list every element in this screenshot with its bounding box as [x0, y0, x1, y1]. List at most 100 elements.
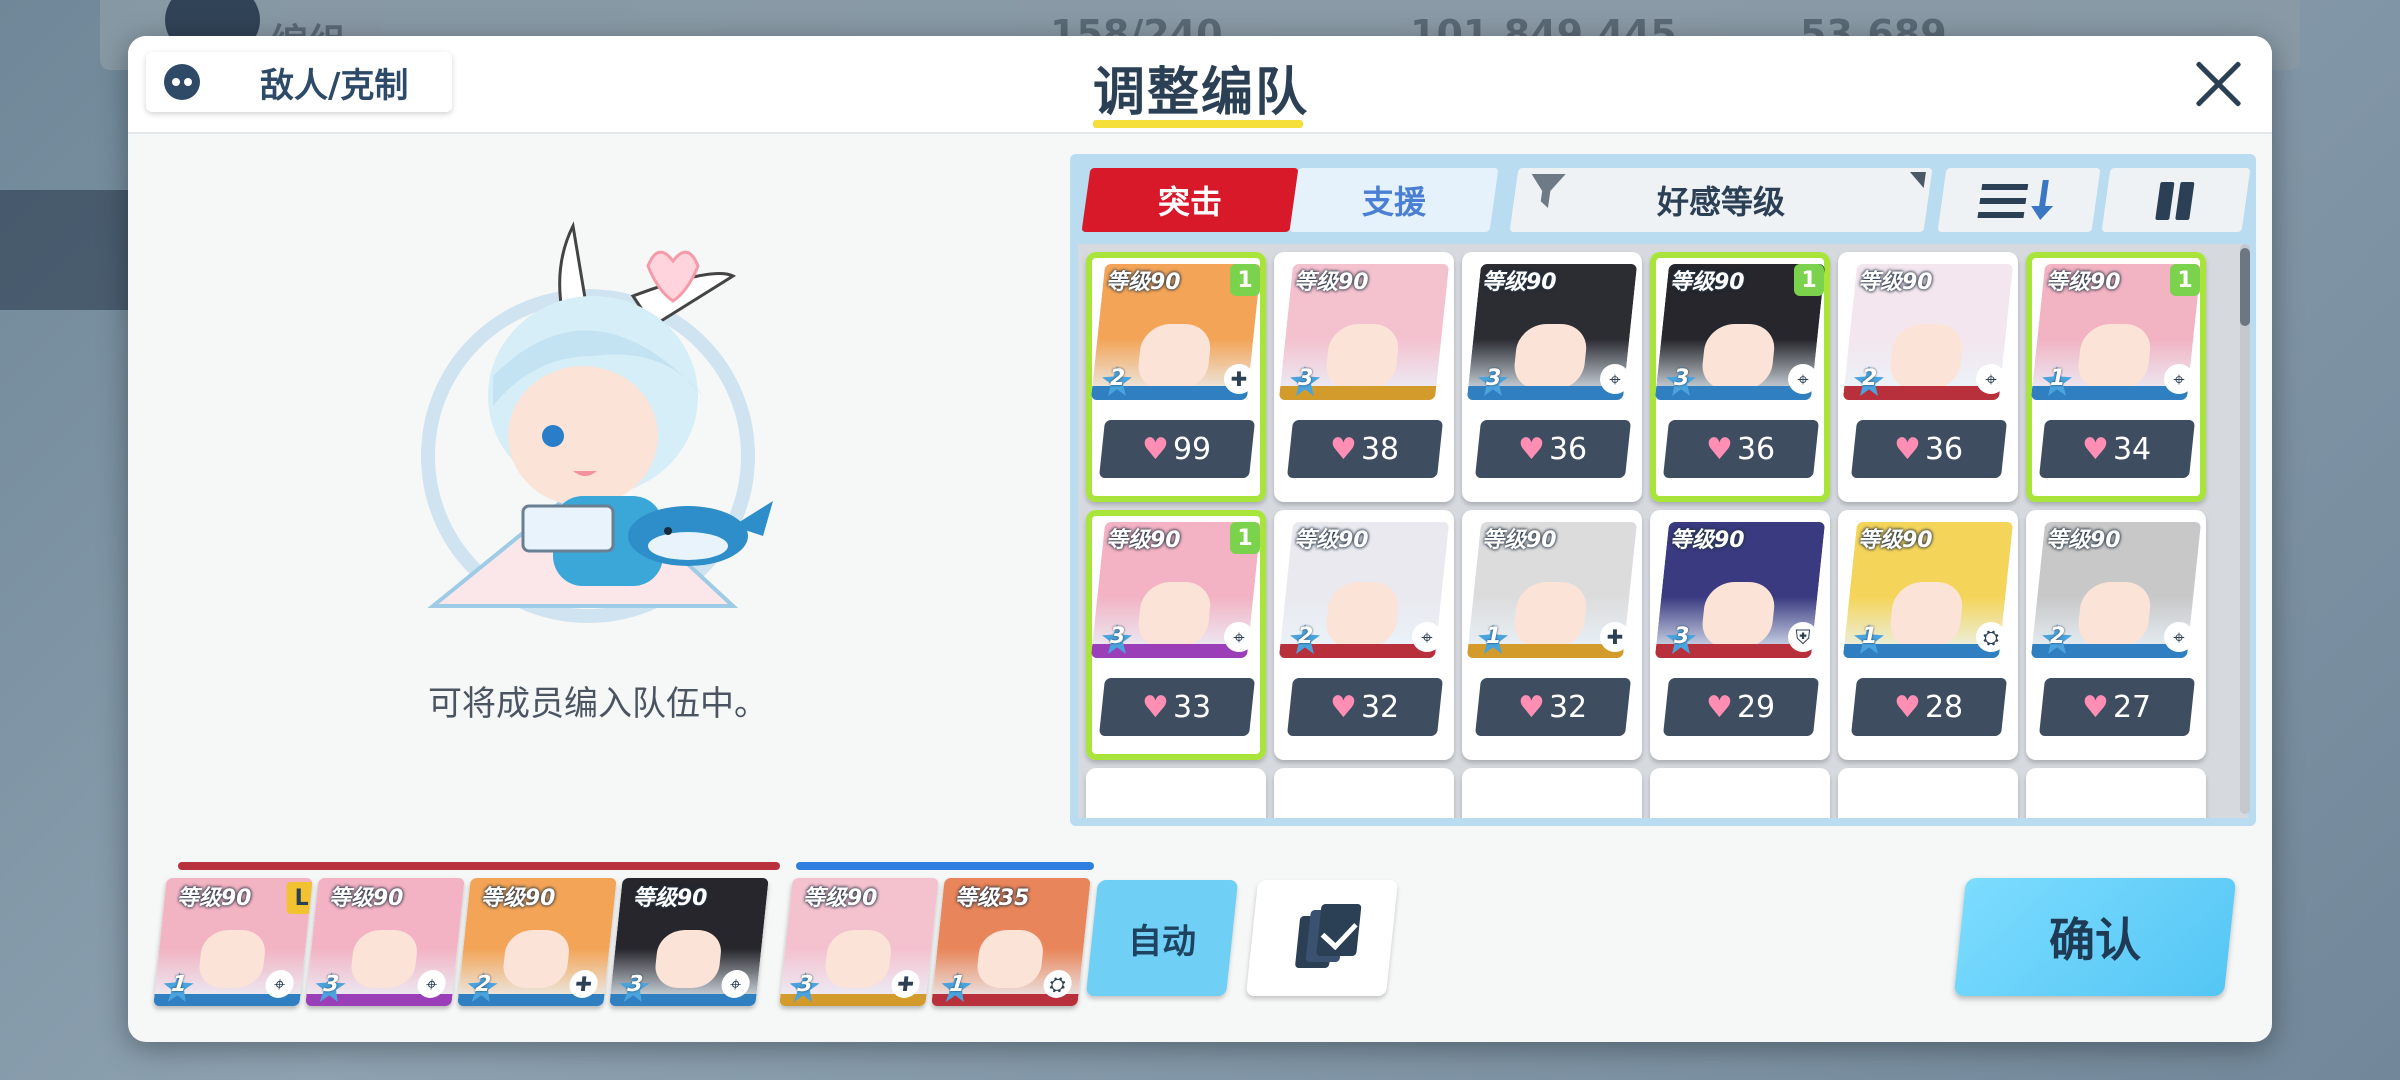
bond-value: 99: [1173, 431, 1212, 467]
character-level: 等级90: [1670, 528, 1745, 553]
star-count: 2: [1110, 366, 1126, 391]
star-count: 2: [1298, 624, 1314, 649]
bond-level: ♥ 99: [1098, 420, 1256, 478]
roster-grid[interactable]: 等级90 2 ✚ 1 ♥ 99 等级90 3 ♥ 38 等级90 3 ⌖ ♥ 36 等级90 3 ⌖ 1 ♥ 36 等级9…: [1078, 244, 2248, 818]
enemy-counter-label: 敌人/克制: [260, 65, 409, 106]
roster-card[interactable]: 等级90 3 ⌖ 1 ♥ 36: [1650, 252, 1830, 502]
preset-cards-button[interactable]: [1245, 880, 1399, 996]
heart-icon: ♥: [1894, 689, 1922, 725]
formation-slot[interactable]: 等级90 2 ✚: [457, 878, 617, 1006]
filter-funnel-icon: [1527, 174, 1566, 208]
title-underline: [1093, 120, 1303, 128]
tab-support-label: 支援: [1361, 183, 1426, 221]
view-toggle-button[interactable]: [2101, 168, 2251, 232]
corner-marker-icon: [1907, 172, 1926, 188]
roster-card[interactable]: 等级90 3 ♥ 38: [1274, 252, 1454, 502]
bond-level: ♥ 34: [2038, 420, 2196, 478]
bond-value: 32: [1361, 689, 1400, 725]
dialog-header: 敌人/克制 调整编队: [128, 36, 2272, 134]
bond-value: 28: [1925, 689, 1964, 725]
roster-card-partial[interactable]: [1838, 768, 2018, 818]
bond-level: ♥ 36: [1850, 420, 2008, 478]
roster-card[interactable]: 等级90 3 ⌖ 1 ♥ 33: [1086, 510, 1266, 760]
dialog-title: 调整编队: [1093, 63, 1310, 123]
roster-card-partial[interactable]: [1462, 768, 1642, 818]
star-count: 3: [1298, 366, 1314, 391]
formation-slot[interactable]: 等级90 1 ⌖ L: [153, 878, 313, 1006]
slot-star-count: 2: [474, 972, 493, 997]
tab-support[interactable]: 支援: [1289, 168, 1499, 232]
sort-order-button[interactable]: [1937, 168, 2101, 232]
mascot-illustration: [421, 221, 773, 623]
roster-card[interactable]: 等级90 1 ⌖ 1 ♥ 34: [2026, 252, 2206, 502]
bond-value: 27: [2113, 689, 2152, 725]
striker-slot-line: [178, 862, 780, 870]
star-count: 3: [1486, 366, 1502, 391]
roster-panel: 突击 支援 好感等级 等级90 2 ✚ 1 ♥ 99 等级90 3 ♥ 38 等级90 3 ⌖ ♥ 36 等级…: [1070, 154, 2256, 826]
slot-level: 等级90: [802, 886, 878, 911]
slot-level: 等级90: [632, 886, 708, 911]
star-count: 2: [2050, 624, 2066, 649]
character-level: 等级90: [1294, 270, 1369, 295]
roster-card[interactable]: 等级90 2 ⌖ ♥ 36: [1838, 252, 2018, 502]
formation-slot[interactable]: 等级90 3 ✚: [779, 878, 939, 1006]
heart-icon: ♥: [2082, 431, 2110, 467]
sort-label: 好感等级: [1656, 183, 1785, 221]
character-level: 等级90: [1858, 270, 1933, 295]
star-count: 2: [1862, 366, 1878, 391]
bond-level: ♥ 33: [1098, 678, 1256, 736]
arrow-down-icon: [2038, 180, 2049, 214]
formation-slot[interactable]: 等级90 3 ⌖: [305, 878, 465, 1006]
roster-card[interactable]: 等级90 1 ⛭ ♥ 28: [1838, 510, 2018, 760]
character-level: 等级90: [1106, 270, 1181, 295]
leader-badge: L: [286, 882, 313, 914]
slot-level: 等级35: [954, 886, 1030, 911]
formation-slot[interactable]: 等级90 3 ⌖: [609, 878, 769, 1006]
role-icon: ⌖: [2164, 622, 2194, 652]
auto-formation-button[interactable]: 自动: [1085, 880, 1239, 996]
roster-scrollbar[interactable]: [2240, 244, 2250, 814]
auto-label: 自动: [1128, 921, 1196, 962]
role-icon: ⌖: [1788, 364, 1818, 394]
roster-card-partial[interactable]: [1086, 768, 1266, 818]
role-icon: ⛨: [1788, 622, 1818, 652]
role-icon: ⌖: [1976, 364, 2006, 394]
character-level: 等级90: [1294, 528, 1369, 553]
roster-card-partial[interactable]: [1650, 768, 1830, 818]
roster-card[interactable]: 等级90 3 ⛨ ♥ 29: [1650, 510, 1830, 760]
roster-card[interactable]: 等级90 3 ⌖ ♥ 36: [1462, 252, 1642, 502]
bond-value: 36: [1737, 431, 1776, 467]
bond-value: 34: [2113, 431, 2152, 467]
character-level: 等级90: [2046, 528, 2121, 553]
bg-decoration: [0, 190, 130, 310]
roster-card-partial[interactable]: [1274, 768, 1454, 818]
bond-value: 33: [1173, 689, 1212, 725]
enemy-counter-button[interactable]: 敌人/克制: [146, 52, 452, 112]
roster-card[interactable]: 等级90 2 ⌖ ♥ 32: [1274, 510, 1454, 760]
roster-card[interactable]: 等级90 1 ✚ ♥ 32: [1462, 510, 1642, 760]
team-badge: 1: [1230, 264, 1260, 296]
heart-icon: ♥: [1330, 431, 1358, 467]
slot-star-count: 3: [626, 972, 645, 997]
bond-value: 38: [1361, 431, 1400, 467]
slot-level: 等级90: [176, 886, 252, 911]
heart-icon: ♥: [1706, 431, 1734, 467]
close-icon[interactable]: [2188, 54, 2248, 114]
sort-filter-select[interactable]: 好感等级: [1509, 168, 1933, 232]
team-badge: 1: [2170, 264, 2200, 296]
role-icon: ⌖: [1600, 364, 1630, 394]
formation-slot[interactable]: 等级35 1 ⛭: [931, 878, 1091, 1006]
slot-star-count: 1: [170, 972, 189, 997]
formation-dialog: 敌人/克制 调整编队 可将成员编入队伍中。 突击 支援 好感等级 等级90 2 …: [128, 36, 2272, 1042]
role-icon: ⌖: [2164, 364, 2194, 394]
bond-level: ♥ 36: [1662, 420, 1820, 478]
confirm-button[interactable]: 确认: [1953, 878, 2237, 996]
tab-assault-label: 突击: [1157, 183, 1222, 221]
bond-level: ♥ 28: [1850, 678, 2008, 736]
slot-star-count: 3: [322, 972, 341, 997]
roster-card[interactable]: 等级90 2 ⌖ ♥ 27: [2026, 510, 2206, 760]
tab-assault[interactable]: 突击: [1081, 168, 1299, 232]
character-level: 等级90: [1482, 528, 1557, 553]
roster-card[interactable]: 等级90 2 ✚ 1 ♥ 99: [1086, 252, 1266, 502]
roster-card-partial[interactable]: [2026, 768, 2206, 818]
